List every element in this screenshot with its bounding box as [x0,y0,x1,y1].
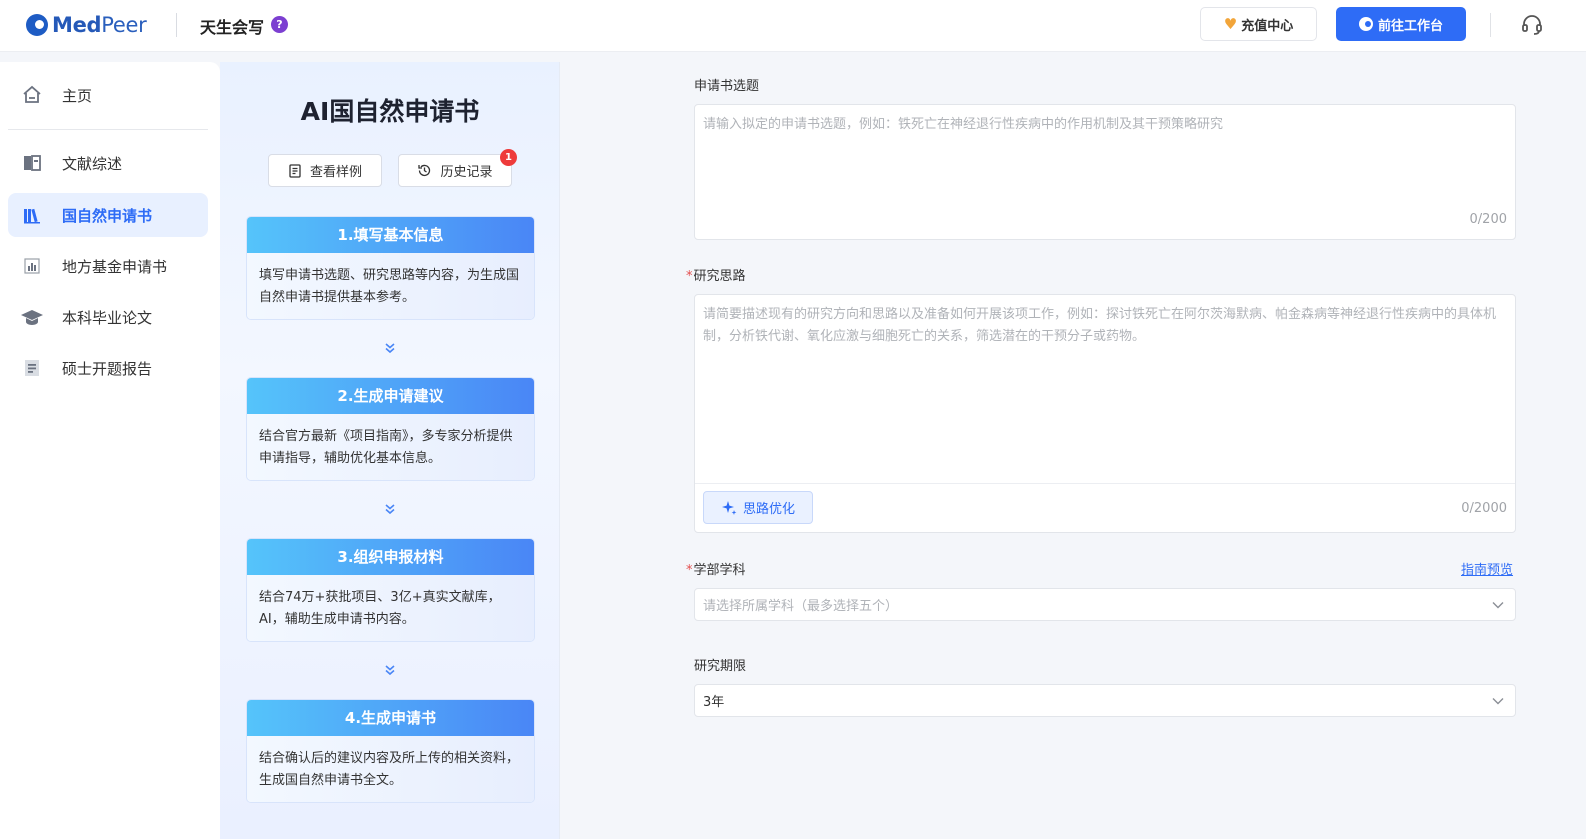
step-description: 结合74万+获批项目、3亿+真实文献库，AI，辅助生成申请书内容。 [247,575,534,641]
idea-placeholder: 请简要描述现有的研究方向和思路以及准备如何开展该项工作，例如：探讨铁死亡在阿尔茨… [703,307,1497,344]
sidebar-item-label: 文献综述 [62,154,123,173]
sidebar-item-local-fund[interactable]: 地方基金申请书 [8,244,208,288]
history-icon [418,164,431,177]
optimize-label: 思路优化 [742,502,795,517]
sidebar-item-label: 主页 [62,86,93,105]
workbench-button[interactable]: 前往工作台 [1336,7,1466,41]
book-icon [20,151,44,175]
sidebar-item-label: 地方基金申请书 [62,257,168,276]
subject-placeholder: 请选择所属学科（最多选择五个） [703,599,899,614]
view-example-label: 查看样例 [309,165,362,180]
topic-textarea[interactable]: 请输入拟定的申请书选题，例如：铁死亡在神经退行性疾病中的作用机制及其干预策略研究… [694,104,1516,240]
step-description: 结合官方最新《项目指南》，多专家分析提供申请指导，辅助优化基本信息。 [247,414,534,480]
app-name: 天生会写 [200,18,265,37]
step-description: 填写申请书选题、研究思路等内容，为生成国自然申请书提供基本参考。 [247,253,534,319]
idea-textarea[interactable]: 请简要描述现有的研究方向和思路以及准备如何开展该项工作，例如：探讨铁死亡在阿尔茨… [694,294,1516,533]
help-icon[interactable]: ? [271,16,288,33]
chevron-double-down-icon [385,504,395,515]
history-button[interactable]: 历史记录 [398,154,512,187]
idea-label-row: *研究思路 [686,265,746,284]
step-card-3: 3.组织申报材料 结合74万+获批项目、3亿+真实文献库，AI，辅助生成申请书内… [246,538,535,642]
period-value: 3年 [703,695,725,710]
required-mark: * [686,563,693,578]
guide-preview-link[interactable]: 指南预览 [1461,559,1513,578]
sidebar-item-nsfc-application[interactable]: 国自然申请书 [8,193,208,237]
guide-panel: AI国自然申请书 查看样例 历史记录 1.填写基本信息 填写申请书选题、研究思路… [220,62,560,839]
step-card-2: 2.生成申请建议 结合官方最新《项目指南》，多专家分析提供申请指导，辅助优化基本… [246,377,535,481]
sidebar-divider [8,129,208,130]
books-icon [20,203,44,227]
chevron-down-icon [1492,602,1504,609]
workbench-label: 前往工作台 [1377,18,1443,34]
medpeer-mark-icon [1358,17,1373,31]
period-label: 研究期限 [694,659,747,674]
subject-select[interactable]: 请选择所属学科（最多选择五个） [694,588,1516,621]
sidebar-item-label: 国自然申请书 [62,206,153,225]
subject-label: 学部学科 [693,563,746,578]
medpeer-logo-icon [26,14,48,36]
sidebar-item-literature-review[interactable]: 文献综述 [8,141,208,185]
bar-chart-icon [20,254,44,278]
idea-char-counter: 0/2000 [1461,501,1507,516]
idea-label: 研究思路 [693,269,746,284]
document-icon [289,163,301,178]
header-divider-right [1490,13,1491,37]
sparkle-icon [721,500,737,515]
logo-text: MedPeer [52,13,147,37]
sidebar-item-master-proposal[interactable]: 硕士开题报告 [8,346,208,390]
textarea-divider [695,483,1515,484]
topic-placeholder: 请输入拟定的申请书选题，例如：铁死亡在神经退行性疾病中的作用机制及其干预策略研究 [703,117,1224,132]
chevron-double-down-icon [385,343,395,354]
sidebar: 主页 文献综述 国自然申请书 地方基金申请书 本科毕业论文 硕士开题报告 [0,62,220,839]
chevron-double-down-icon [385,665,395,676]
document-icon [20,356,44,380]
home-icon [20,83,44,107]
recharge-label: 充值中心 [1241,18,1294,34]
topic-char-counter: 0/200 [1469,212,1507,227]
sidebar-item-undergrad-thesis[interactable]: 本科毕业论文 [8,295,208,339]
step-description: 结合确认后的建议内容及所上传的相关资料，生成国自然申请书全文。 [247,736,534,802]
required-mark: * [686,269,693,284]
optimize-idea-button[interactable]: 思路优化 [703,491,813,524]
period-select[interactable]: 3年 [694,684,1516,717]
recharge-button[interactable]: ♥ 充值中心 [1200,7,1317,41]
headset-icon[interactable] [1520,12,1544,36]
sidebar-item-label: 硕士开题报告 [62,359,153,378]
sidebar-item-home[interactable]: 主页 [8,73,208,117]
view-example-button[interactable]: 查看样例 [268,154,382,187]
topic-label: 申请书选题 [694,79,760,94]
panel-title: AI国自然申请书 [300,97,480,126]
history-count-badge: 1 [500,149,517,166]
graduation-cap-icon [20,305,44,329]
step-card-4: 4.生成申请书 结合确认后的建议内容及所上传的相关资料，生成国自然申请书全文。 [246,699,535,803]
subject-label-row: *学部学科 [686,559,746,578]
sidebar-item-label: 本科毕业论文 [62,308,153,327]
step-card-1: 1.填写基本信息 填写申请书选题、研究思路等内容，为生成国自然申请书提供基本参考… [246,216,535,320]
history-label: 历史记录 [440,165,493,180]
heart-icon: ♥ [1223,15,1238,33]
step-title: 1.填写基本信息 [247,217,534,253]
medpeer-logo[interactable]: MedPeer [26,12,147,38]
step-title: 4.生成申请书 [247,700,534,736]
chevron-down-icon [1492,698,1504,705]
step-title: 3.组织申报材料 [247,539,534,575]
step-title: 2.生成申请建议 [247,378,534,414]
top-header: MedPeer 天生会写 ? ♥ 充值中心 前往工作台 [0,0,1586,52]
header-divider [176,13,177,37]
